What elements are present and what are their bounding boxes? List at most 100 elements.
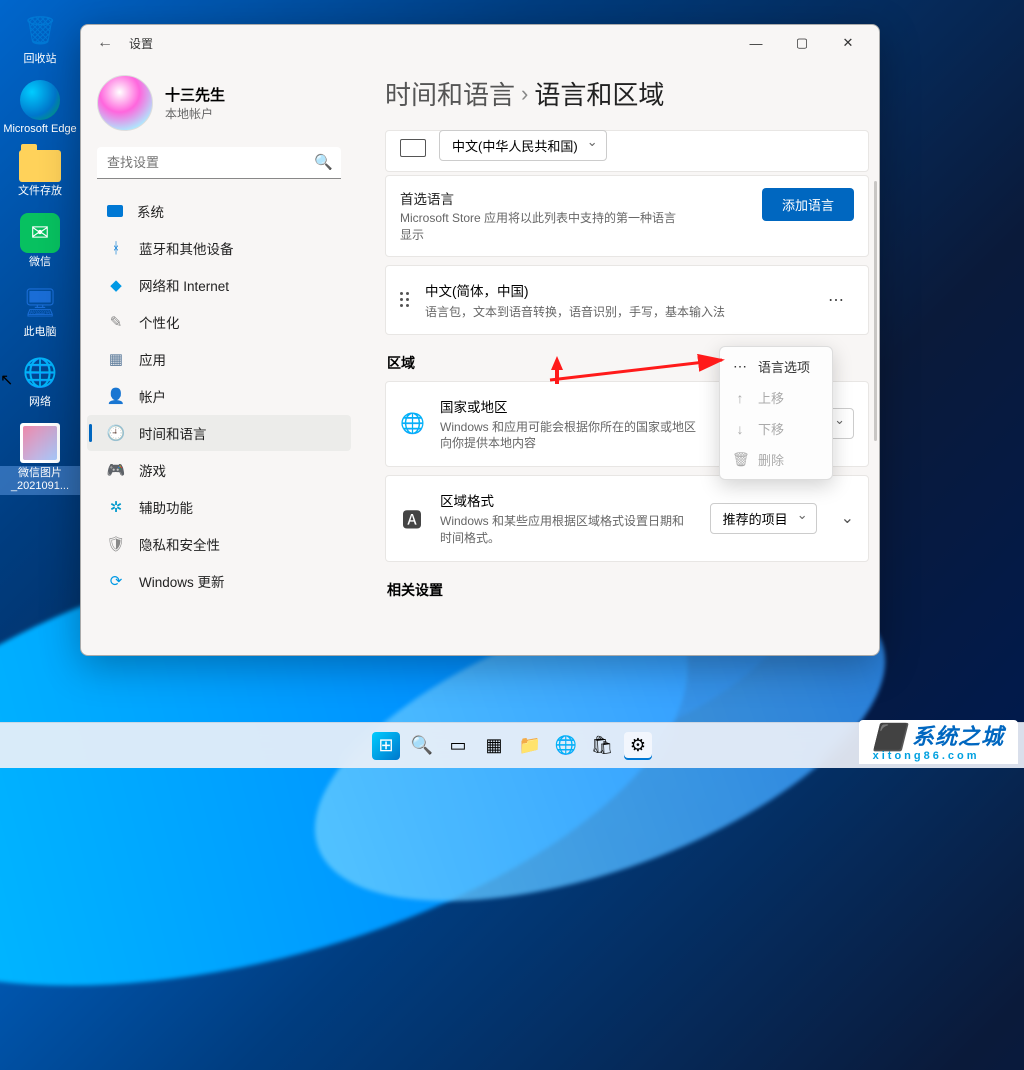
preferred-languages-card: 首选语言 Microsoft Store 应用将以此列表中支持的第一种语言显示 … bbox=[385, 175, 869, 257]
nav-label: Windows 更新 bbox=[139, 571, 225, 591]
accessibility-icon: ✲ bbox=[107, 498, 125, 516]
taskbar-edge[interactable]: 🌐 bbox=[552, 732, 580, 760]
breadcrumb: 时间和语言 › 语言和区域 bbox=[385, 75, 869, 112]
format-select[interactable]: 推荐的项目 bbox=[710, 503, 817, 534]
nav-privacy[interactable]: 🛡 隐私和安全性 bbox=[87, 526, 351, 562]
language-context-menu: ⋯ 语言选项 ↑上移 ↓ 下移 🗑 删除 bbox=[719, 346, 833, 480]
watermark-logo-icon: ⬛ bbox=[873, 724, 906, 750]
bluetooth-icon: ᚼ bbox=[107, 239, 125, 257]
search-input[interactable] bbox=[97, 147, 341, 179]
breadcrumb-current: 语言和区域 bbox=[534, 75, 664, 112]
menu-label: 语言选项 bbox=[758, 357, 810, 376]
desktop-icon-label: 回收站 bbox=[0, 53, 80, 66]
menu-language-options[interactable]: ⋯ 语言选项 bbox=[724, 351, 828, 382]
close-button[interactable]: ✕ bbox=[825, 28, 871, 58]
back-button[interactable]: ← bbox=[89, 34, 121, 52]
menu-label: 下移 bbox=[758, 419, 784, 438]
taskbar-store[interactable]: 🛍 bbox=[588, 732, 616, 760]
chevron-down-icon[interactable]: ⌄ bbox=[841, 508, 854, 528]
nav-personalization[interactable]: ✎ 个性化 bbox=[87, 304, 351, 340]
maximize-button[interactable]: ▢ bbox=[779, 28, 825, 58]
nav-time-language[interactable]: 🕘 时间和语言 bbox=[87, 415, 351, 451]
trash-icon: 🗑 bbox=[732, 451, 748, 468]
more-icon: ⋯ bbox=[732, 358, 748, 375]
settings-window: ← 设置 — ▢ ✕ 十三先生 本地帐户 🔍 系统 ᚼ蓝牙和其他设备 ◆网络和 … bbox=[80, 24, 880, 656]
profile-name: 十三先生 bbox=[165, 84, 225, 105]
nav-label: 个性化 bbox=[139, 312, 180, 332]
regional-format-title: 区域格式 bbox=[440, 490, 694, 510]
desktop-icon-label: 网络 bbox=[0, 396, 80, 409]
nav-label: 时间和语言 bbox=[139, 423, 207, 443]
related-settings-title: 相关设置 bbox=[387, 580, 869, 600]
taskbar-widgets[interactable]: ▦ bbox=[480, 732, 508, 760]
wechat-icon: ✉ bbox=[20, 213, 60, 253]
scrollbar[interactable] bbox=[874, 181, 877, 441]
this-pc-icon: 🖥 bbox=[20, 283, 60, 323]
breadcrumb-parent[interactable]: 时间和语言 bbox=[385, 75, 515, 112]
nav-label: 应用 bbox=[139, 349, 166, 369]
taskbar-search[interactable]: 🔍 bbox=[408, 732, 436, 760]
taskbar-settings[interactable]: ⚙ bbox=[624, 732, 652, 760]
avatar bbox=[97, 75, 153, 131]
preferred-languages-desc: Microsoft Store 应用将以此列表中支持的第一种语言显示 bbox=[400, 210, 680, 244]
taskbar-explorer[interactable]: 📁 bbox=[516, 732, 544, 760]
desktop-icon-this-pc[interactable]: 🖥 此电脑 bbox=[0, 283, 80, 339]
menu-label: 删除 bbox=[758, 450, 784, 469]
regional-format-desc: Windows 和某些应用根据区域格式设置日期和时间格式。 bbox=[440, 513, 694, 547]
minimize-button[interactable]: — bbox=[733, 28, 779, 58]
nav-gaming[interactable]: 🎮游戏 bbox=[87, 452, 351, 488]
desktop-icon-label: 微信图片_2021091... bbox=[0, 466, 80, 494]
clock-globe-icon: 🕘 bbox=[107, 424, 125, 442]
desktop-icon-label: 文件存放 bbox=[0, 185, 80, 198]
desktop-icon-wechat[interactable]: ✉微信 bbox=[0, 213, 80, 269]
menu-label: 上移 bbox=[758, 388, 784, 407]
search-icon: 🔍 bbox=[314, 153, 333, 171]
language-features: 语言包，文本到语音转换，语音识别，手写，基本输入法 bbox=[425, 303, 725, 320]
desktop-icon-image-file[interactable]: 微信图片_2021091... bbox=[0, 423, 80, 494]
system-icon bbox=[107, 205, 123, 217]
gaming-icon: 🎮 bbox=[107, 461, 125, 479]
taskbar-task-view[interactable]: ▭ bbox=[444, 732, 472, 760]
nav-label: 隐私和安全性 bbox=[139, 534, 220, 554]
watermark-title: 系统之城 bbox=[912, 726, 1004, 748]
language-more-button[interactable]: ⋯ bbox=[820, 286, 854, 314]
display-icon bbox=[400, 139, 426, 157]
recycle-bin-icon: 🗑 bbox=[20, 10, 60, 50]
profile-sub: 本地帐户 bbox=[165, 105, 225, 122]
account-icon: 👤 bbox=[107, 387, 125, 405]
nav-apps[interactable]: ▦ 应用 bbox=[87, 341, 351, 377]
start-button[interactable]: ⊞ bbox=[372, 732, 400, 760]
search-box[interactable]: 🔍 bbox=[97, 147, 341, 179]
shield-icon: 🛡 bbox=[107, 535, 125, 553]
nav-sidebar: 十三先生 本地帐户 🔍 系统 ᚼ蓝牙和其他设备 ◆网络和 Internet ✎ 个… bbox=[81, 61, 357, 655]
brush-icon: ✎ bbox=[107, 313, 125, 331]
language-item[interactable]: 中文(简体，中国) 语言包，文本到语音转换，语音识别，手写，基本输入法 ⋯ bbox=[385, 265, 869, 335]
language-name: 中文(简体，中国) bbox=[425, 280, 725, 300]
image-thumb-icon bbox=[20, 423, 60, 463]
add-language-button[interactable]: 添加语言 bbox=[762, 188, 854, 221]
nav-bluetooth[interactable]: ᚼ蓝牙和其他设备 bbox=[87, 230, 351, 266]
desktop-icon-edge[interactable]: Microsoft Edge bbox=[0, 80, 80, 136]
country-region-desc: Windows 和应用可能会根据你所在的国家或地区向你提供本地内容 bbox=[440, 419, 700, 453]
desktop-icon-network[interactable]: 🌐 网络 bbox=[0, 353, 80, 409]
menu-move-up: ↑上移 bbox=[724, 382, 828, 413]
nav-system[interactable]: 系统 bbox=[87, 193, 351, 229]
desktop-icon-folder[interactable]: 文件存放 bbox=[0, 150, 80, 198]
network-icon: 🌐 bbox=[20, 353, 60, 393]
desktop-icon-recycle-bin[interactable]: 🗑 回收站 bbox=[0, 10, 80, 66]
folder-icon bbox=[19, 150, 61, 182]
arrow-down-icon: ↓ bbox=[732, 421, 748, 437]
nav-accessibility[interactable]: ✲辅助功能 bbox=[87, 489, 351, 525]
nav-accounts[interactable]: 👤帐户 bbox=[87, 378, 351, 414]
apps-icon: ▦ bbox=[107, 350, 125, 368]
window-title: 设置 bbox=[129, 35, 153, 52]
profile-block[interactable]: 十三先生 本地帐户 bbox=[81, 65, 357, 147]
titlebar: ← 设置 — ▢ ✕ bbox=[81, 25, 879, 61]
regional-format-card[interactable]: 🅰 区域格式 Windows 和某些应用根据区域格式设置日期和时间格式。 推荐的… bbox=[385, 475, 869, 562]
nav-windows-update[interactable]: ⟳Windows 更新 bbox=[87, 563, 351, 599]
desktop-icon-label: 此电脑 bbox=[0, 326, 80, 339]
nav-network[interactable]: ◆网络和 Internet bbox=[87, 267, 351, 303]
drag-handle-icon[interactable] bbox=[400, 292, 409, 307]
preferred-languages-title: 首选语言 bbox=[400, 188, 680, 208]
display-language-select[interactable]: 中文(中华人民共和国) bbox=[439, 130, 607, 161]
